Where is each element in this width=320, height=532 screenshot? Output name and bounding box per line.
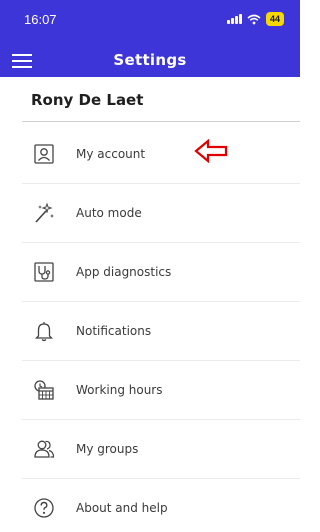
battery-indicator: 44 [265,12,284,26]
menu-item-about-and-help[interactable]: About and help [22,479,300,532]
menu-item-label: My groups [76,442,139,456]
magic-wand-icon [35,202,54,223]
signal-icon [227,14,242,24]
profile-divider [22,121,300,122]
menu-item-label: About and help [76,501,168,515]
menu-item-label: App diagnostics [76,265,172,279]
menu-item-auto-mode[interactable]: Auto mode [22,184,300,242]
bell-icon [34,322,54,342]
help-circle-icon [34,498,54,518]
app-header: 16:07 44 Settings [0,0,300,77]
menu-item-label: My account [76,147,146,161]
menu-item-notifications[interactable]: Notifications [22,302,300,360]
menu-item-my-account[interactable]: My account [22,125,300,183]
menu-item-label: Notifications [76,324,152,338]
calendar-clock-icon [34,380,54,400]
wifi-icon [247,14,261,24]
red-arrow-annotation-icon [194,139,228,163]
menu-item-working-hours[interactable]: Working hours [22,361,300,419]
status-icons: 44 [227,11,284,27]
menu-item-label: Working hours [76,383,163,397]
groups-icon [34,440,55,458]
menu-item-label: Auto mode [76,206,142,220]
account-card-icon [34,144,54,164]
profile-name: Rony De Laet [31,91,144,109]
menu-item-app-diagnostics[interactable]: App diagnostics [22,243,300,301]
page-title: Settings [113,51,187,69]
menu-item-my-groups[interactable]: My groups [22,420,300,478]
stethoscope-icon [34,262,54,282]
status-time: 16:07 [24,12,57,27]
